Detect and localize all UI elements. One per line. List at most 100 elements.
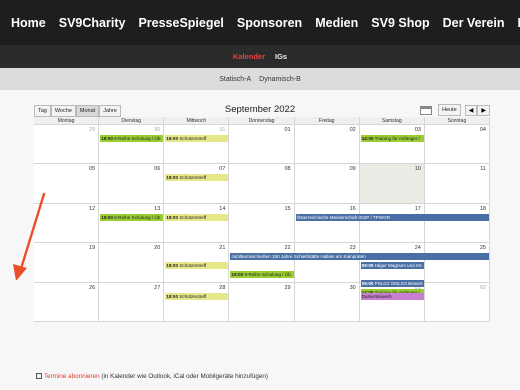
day-cell[interactable]: 16 [294,203,360,244]
day-cell[interactable]: 01 [229,125,295,165]
prev-month-icon[interactable]: ◀ [464,104,478,116]
weekday-header: Donnerstag [229,117,295,125]
day-cell[interactable]: 26 [34,282,100,322]
day-cell[interactable]: 28 [164,282,230,322]
event-title: Österreichische Meisterschaft IGSP / TPW… [296,214,391,220]
day-cell[interactable]: 13 [99,203,165,244]
day-number: 29 [284,284,291,291]
day-number: 26 [89,284,96,291]
day-number: 10 [414,166,421,173]
calendar-picker-icon[interactable] [420,105,433,115]
day-number: 29 [89,127,96,133]
calendar-event[interactable]: 09:00 Hilger Magnum und KK [360,262,424,270]
calendar-event[interactable]: 18:00 Schützentreff [165,213,229,221]
calendar-event[interactable]: 18:00 Schützentreff [165,292,229,300]
nav-item-sv9charity[interactable]: SV9Charity [59,16,126,30]
annotation-arrow [13,192,46,280]
weekday-header: Mittwoch [164,117,230,125]
event-title: 8-Reihe Schulung / Üb [114,136,161,141]
event-time: 18:00 [166,263,179,269]
day-number: 15 [284,205,291,212]
tab-dynamisch[interactable]: Dynamisch-B [259,76,301,83]
day-cell[interactable]: 10 [359,164,425,204]
day-cell[interactable]: 25 [424,243,490,283]
calendar-icon [36,373,42,379]
weekday-header: Dienstag [99,117,165,125]
subscribe-link[interactable]: Termine abonnieren [44,373,100,380]
calendar-event[interactable]: Damenbewerb [360,292,424,300]
calendar-event[interactable]: 18:00 Schützentreff [165,135,229,142]
event-title: Hilger Magnum und KK [374,263,423,269]
event-title: Jubiläumsschießen 150 Jahre Schießstätte… [231,254,366,260]
event-time: 09:00 [361,281,374,287]
day-cell[interactable]: 17 [359,203,425,244]
calendar-event[interactable]: Österreichische Meisterschaft IGSP / TPW… [295,213,489,221]
day-cell[interactable]: 03 [359,125,425,165]
day-cell[interactable]: 02 [294,125,360,165]
event-time: 14:00 [361,136,374,141]
nav-item-sv9-shop[interactable]: SV9 Shop [371,16,429,30]
tab-statisch[interactable]: Statisch-A [219,76,251,83]
day-cell[interactable]: 30 [294,282,360,322]
day-cell[interactable]: 20 [99,243,165,283]
day-cell[interactable]: 27 [99,282,165,322]
calendar-event[interactable]: 18:00 Schützentreff [165,262,229,270]
day-number: 17 [414,205,421,212]
date-navigation: Heute ◀ ▶ [420,104,490,116]
month-grid: Montag Dienstag Mittwoch Donnerstag Freitag S… [34,117,490,322]
event-time: 18:00 [166,175,179,181]
weekday-header: Montag [34,117,100,125]
day-cell[interactable]: 18 [424,203,490,244]
tab-igs[interactable]: IGs [275,52,287,61]
next-month-icon[interactable]: ▶ [477,104,490,116]
subscribe-description: (in Kalender wie Outlook, iCal oder Mobi… [99,373,269,380]
tab-kalender[interactable]: Kalender [233,52,265,61]
day-cell[interactable]: 06 [99,164,165,204]
nav-item-medien[interactable]: Medien [315,16,358,30]
day-number: 13 [154,205,161,212]
day-number: 30 [154,127,161,133]
day-number: 20 [154,245,161,252]
day-number: 14 [219,205,226,212]
weekday-header: Samstag [359,117,425,125]
calendar-event[interactable]: 14:00 Training für Anfänger / [360,135,424,142]
day-number: 05 [89,166,96,173]
calendar-event[interactable]: Jubiläumsschießen 150 Jahre Schießstätte… [230,253,489,261]
day-cell[interactable]: 07 [164,164,230,204]
day-number: 02 [479,284,486,291]
day-cell[interactable]: 31 [164,125,230,165]
calendar-event[interactable]: 09:00 PSLG2 /SSLG3 Bewert [360,280,424,288]
calendar-event[interactable]: 19:00 8-Reihe Schulung / Üb [100,135,164,142]
day-cell[interactable]: 04 [424,125,490,165]
day-number: 03 [414,127,421,133]
day-number: 27 [154,284,161,291]
nav-item-pressespiegel[interactable]: PresseSpiegel [138,16,223,30]
calendar-event[interactable]: 18:00 Schützentreff [165,174,229,182]
day-cell[interactable]: 23 [294,243,360,283]
event-title: Schützentreff [179,263,207,269]
event-time: 18:00 [166,293,179,299]
day-cell[interactable]: 08 [229,164,295,204]
subscribe-row: Termine abonnieren (in Kalender wie Outl… [36,373,268,380]
day-number: 30 [349,284,356,291]
day-cell[interactable]: 14 [164,203,230,244]
calendar-event[interactable]: 19:00 8-Reihe Schulung / Üb [100,213,164,221]
day-cell[interactable]: 29 [34,125,100,165]
event-time: 18:00 [166,214,179,220]
day-number: 01 [284,127,291,133]
nav-item-sponsoren[interactable]: Sponsoren [237,16,302,30]
day-cell[interactable]: 02 [424,282,490,322]
calendar-event[interactable]: 19:00 8-Reihe Schulung / Üb [230,271,294,279]
day-number: 18 [479,205,486,212]
event-title: PSLG2 /SSLG3 Bewert [374,281,423,287]
day-cell[interactable]: 30 [99,125,165,165]
day-cell[interactable]: 15 [229,203,295,244]
day-cell[interactable]: 11 [424,164,490,204]
day-number: 12 [89,205,96,212]
nav-item-der-verein[interactable]: Der Verein [443,16,505,30]
day-cell[interactable]: 09 [294,164,360,204]
nav-item-home[interactable]: Home [11,16,46,30]
today-button[interactable]: Heute [438,104,461,116]
event-time: 09:00 [361,263,374,269]
day-cell[interactable]: 29 [229,282,295,322]
